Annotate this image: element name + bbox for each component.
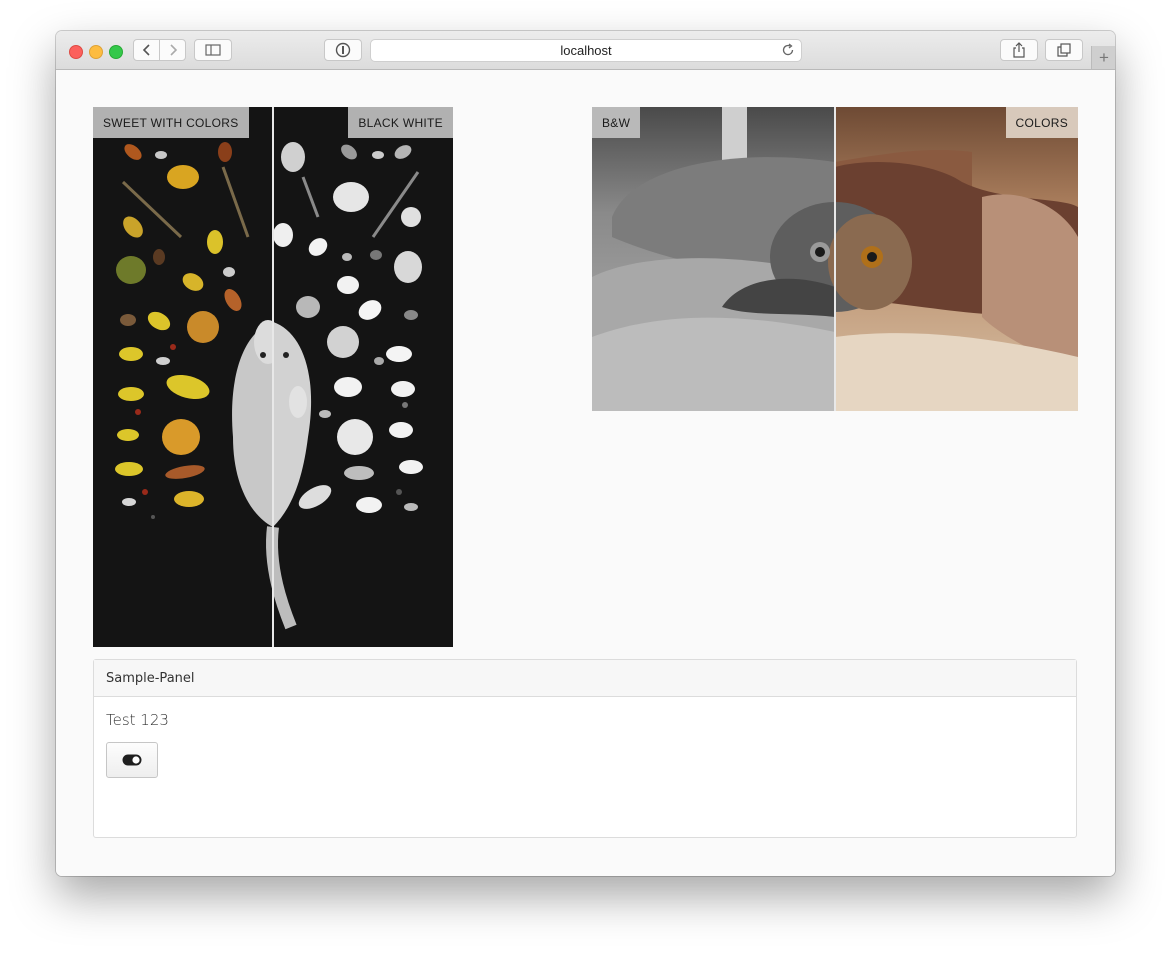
new-tab-button[interactable]: + xyxy=(1091,46,1115,69)
browser-toolbar: localhost + xyxy=(56,31,1115,70)
share-icon xyxy=(1013,42,1025,58)
image-compare-cat[interactable]: B&W COLORS xyxy=(592,107,1078,411)
compare-right-label: BLACK WHITE xyxy=(348,107,453,138)
compare-right-label: COLORS xyxy=(1005,107,1078,138)
compare-left-label: SWEET WITH COLORS xyxy=(93,107,249,138)
panel-header: Sample-Panel xyxy=(94,660,1076,697)
browser-window: localhost + SWEET WITH COLORS BLACK WHIT… xyxy=(56,31,1115,876)
sidebar-toggle-button[interactable] xyxy=(194,39,232,61)
compare-divider[interactable] xyxy=(834,107,836,411)
back-button[interactable] xyxy=(133,39,160,61)
password-button[interactable] xyxy=(324,39,362,61)
toggle-icon xyxy=(122,754,142,766)
reload-icon[interactable] xyxy=(781,43,795,57)
sample-panel: Sample-Panel Test 123 xyxy=(93,659,1077,838)
page-content: SWEET WITH COLORS BLACK WHITE B&W COLORS… xyxy=(56,70,1115,876)
sidebar-icon xyxy=(205,44,221,56)
share-button[interactable] xyxy=(1000,39,1038,61)
tabs-icon xyxy=(1057,43,1071,57)
image-compare-leaves[interactable]: SWEET WITH COLORS BLACK WHITE xyxy=(93,107,453,647)
chevron-right-icon xyxy=(169,44,177,56)
key-circle-icon xyxy=(335,42,351,58)
zoom-window-button[interactable] xyxy=(109,45,123,59)
chevron-left-icon xyxy=(142,44,150,56)
panel-title: Sample-Panel xyxy=(106,670,195,686)
toggle-button[interactable] xyxy=(106,742,158,778)
compare-divider[interactable] xyxy=(272,107,274,647)
panel-text: Test 123 xyxy=(106,711,169,729)
plus-icon: + xyxy=(1099,47,1109,67)
compare-left-label: B&W xyxy=(592,107,641,138)
tabs-overview-button[interactable] xyxy=(1045,39,1083,61)
address-bar[interactable]: localhost xyxy=(370,39,802,62)
minimize-window-button[interactable] xyxy=(89,45,103,59)
forward-button[interactable] xyxy=(159,39,186,61)
address-text: localhost xyxy=(560,43,612,58)
panel-body: Test 123 xyxy=(94,697,1076,792)
close-window-button[interactable] xyxy=(69,45,83,59)
